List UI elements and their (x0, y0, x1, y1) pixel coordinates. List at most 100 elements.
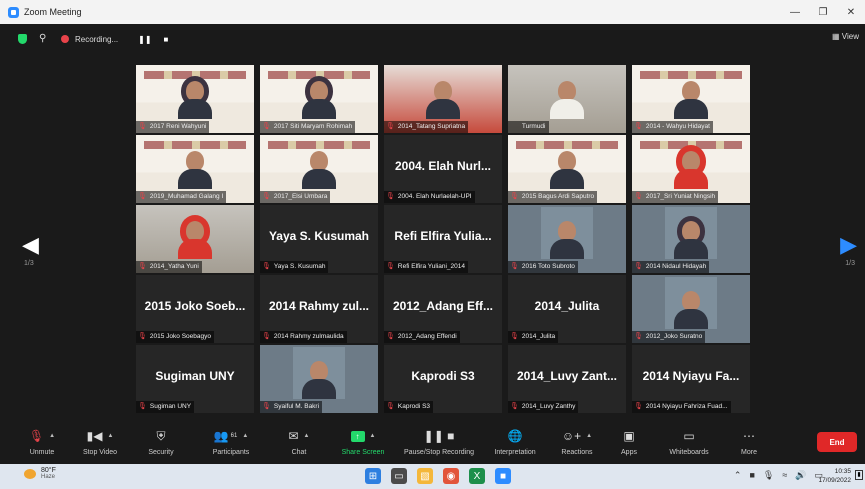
whiteboards-label: Whiteboards (669, 449, 709, 456)
chevron-up-icon[interactable]: ▲ (49, 433, 55, 439)
view-button[interactable]: ▦ View (832, 32, 859, 41)
participant-name: 2012_Adang Effendi (397, 333, 457, 340)
security-label: Security (148, 449, 174, 456)
participant-tile[interactable]: 🎙 2017_Sri Yuniat Ningsih (632, 135, 750, 203)
participant-name: Refi Elfira Yuliani_2014 (397, 263, 465, 270)
microphone-muted-icon: 🎙 (510, 403, 519, 410)
participant-tile[interactable]: Refi Elfira Yulia... 🎙 Refi Elfira Yuliani… (384, 205, 502, 273)
apps-button[interactable]: ▣ Apps (604, 421, 654, 464)
participant-tile[interactable]: 2014 Nyiayu Fa... 🎙 2014 Nyiayu Fahriza Fu… (632, 345, 750, 413)
windows-start-icon[interactable]: ⊞ (365, 468, 381, 484)
participant-figure (178, 151, 212, 191)
security-lock-icon[interactable]: ⚲ (39, 34, 47, 44)
participant-name: 2014_Yatha Yuni (149, 263, 199, 270)
participant-name-label: 🎙 2012_Joko Suratno (632, 331, 706, 343)
participants-button[interactable]: 👥 61 ▲ Participants (192, 421, 270, 464)
participant-tile[interactable]: 🎙 2012_Joko Suratno (632, 275, 750, 343)
participant-tile[interactable]: 2015 Joko Soeb... 🎙 2015 Joko Soebagyo (136, 275, 254, 343)
chevron-up-icon[interactable]: ▲ (370, 433, 376, 439)
minimize-button[interactable]: — (781, 0, 809, 24)
chevron-up-icon[interactable]: ⌃ (734, 470, 742, 481)
participant-tile[interactable]: 🎙 2014_Tatang Supriatna (384, 65, 502, 133)
participant-figure (674, 291, 708, 331)
excel-icon[interactable]: X (469, 468, 485, 484)
participant-tile[interactable]: 🎙 2014_Yatha Yuni (136, 205, 254, 273)
title-bar: Zoom Meeting — ❐ ✕ (0, 0, 865, 24)
participant-tile[interactable]: 2014 Rahmy zul... 🎙 2014 Rahmy zulmaulida (260, 275, 378, 343)
maximize-button[interactable]: ❐ (809, 0, 837, 24)
stop-video-button[interactable]: ▮◀ ▲ Stop Video (70, 421, 130, 464)
participant-tile[interactable]: 🎙 2017 Siti Maryam Rohimah (260, 65, 378, 133)
unmute-button[interactable]: 🎙 ▲ Unmute (14, 421, 70, 464)
end-meeting-button[interactable]: End (817, 432, 857, 452)
microphone-muted-icon: 🎙 (138, 193, 147, 200)
participant-tile[interactable]: 🎙 Syaiful M. Bakri (260, 345, 378, 413)
clock[interactable]: 10:35 17/09/2022 (818, 467, 851, 485)
participant-tile[interactable]: 2012_Adang Eff... 🎙 2012_Adang Effendi (384, 275, 502, 343)
whiteboards-button[interactable]: ▭ Whiteboards (654, 421, 724, 464)
participant-tile[interactable]: 🎙Turmudi (508, 65, 626, 133)
chevron-up-icon[interactable]: ▲ (107, 433, 113, 439)
system-tray: ⌃ ■ 🎙 ≈ 🔊 ▭ (734, 470, 823, 481)
participant-figure (302, 151, 336, 191)
participant-name-label: 🎙 2017_Elsi Umbara (260, 191, 331, 203)
participant-tile[interactable]: 🎙 2014 - Wahyu Hidayat (632, 65, 750, 133)
participant-figure (550, 151, 584, 191)
zoom-taskbar-icon[interactable]: ■ (495, 468, 511, 484)
page-indicator-left: 1/3 (24, 260, 34, 267)
zoom-tray-icon[interactable]: ■ (749, 470, 754, 481)
chevron-up-icon[interactable]: ▲ (586, 433, 592, 439)
file-explorer-icon[interactable]: ▧ (417, 468, 433, 484)
speaker-icon[interactable]: 🔊 (795, 470, 806, 481)
participant-figure (178, 221, 212, 261)
next-page-arrow-icon[interactable]: ▶ (840, 232, 857, 258)
encryption-shield-icon[interactable] (18, 34, 27, 44)
microphone-muted-icon: 🎙 (262, 403, 271, 410)
notification-icon[interactable]: ▮ (855, 470, 863, 480)
participant-tile[interactable]: 🎙 2017_Elsi Umbara (260, 135, 378, 203)
chrome-icon[interactable]: ◉ (443, 468, 459, 484)
participant-name-label: 🎙 2014_Luvy Zanthy (508, 401, 579, 413)
meeting-controls: 🎙 ▲ Unmute ▮◀ ▲ Stop Video ⛨ Security 👥 61 ▲… (0, 421, 865, 464)
chevron-up-icon[interactable]: ▲ (242, 433, 248, 439)
participant-display-name: 2014_Luvy Zant... (516, 369, 618, 383)
more-button[interactable]: ⋯ More (724, 421, 774, 464)
participant-name: 2014_Julita (521, 333, 556, 340)
microphone-tray-icon[interactable]: 🎙 (763, 470, 774, 481)
participant-name-label: 🎙 Yaya S. Kusumah (260, 261, 329, 273)
pause-stop-recording-button[interactable]: ❚❚ ■ Pause/Stop Recording (398, 421, 480, 464)
participant-tile[interactable]: 🎙 2016 Toto Subroto (508, 205, 626, 273)
security-button[interactable]: ⛨ Security (130, 421, 192, 464)
chat-button[interactable]: ✉ ▲ Chat (270, 421, 328, 464)
previous-page-arrow-icon[interactable]: ◀ (22, 232, 39, 258)
pause-recording-icon[interactable]: ❚❚ (138, 35, 151, 44)
participant-figure (550, 81, 584, 121)
participant-tile[interactable]: 2014_Julita 🎙 2014_Julita (508, 275, 626, 343)
task-view-icon[interactable]: ▭ (391, 468, 407, 484)
participant-tile[interactable]: 🎙 2014 Nidaul Hidayah (632, 205, 750, 273)
wifi-icon[interactable]: ≈ (782, 470, 787, 481)
chevron-up-icon[interactable]: ▲ (304, 433, 310, 439)
participant-tile[interactable]: 2004. Elah Nurl... 🎙 2004. Elah Nurlaelah-… (384, 135, 502, 203)
stop-video-label: Stop Video (82, 449, 118, 456)
window-title: Zoom Meeting (24, 7, 82, 17)
participant-tile[interactable]: Kaprodi S3 🎙 Kaprodi S3 (384, 345, 502, 413)
interpretation-button[interactable]: 🌐 Interpretation (480, 421, 550, 464)
participant-tile[interactable]: 🎙 2017 Reni Wahyuni (136, 65, 254, 133)
participant-tile[interactable]: 🎙 2015 Bagus Ardi Saputro (508, 135, 626, 203)
participant-tile[interactable]: 2014_Luvy Zant... 🎙 2014_Luvy Zanthy (508, 345, 626, 413)
recording-status: Recording... (75, 34, 119, 44)
share-screen-button[interactable]: ↑ ▲ Share Screen (328, 421, 398, 464)
weather-widget[interactable]: 80°F Haze (24, 467, 56, 480)
reactions-label: Reactions (561, 449, 593, 456)
microphone-muted-icon: 🎙 (138, 333, 147, 340)
participant-display-name: 2012_Adang Eff... (392, 299, 494, 313)
participant-tile[interactable]: Yaya S. Kusumah 🎙 Yaya S. Kusumah (260, 205, 378, 273)
clock-time: 10:35 (834, 468, 851, 475)
stop-recording-icon[interactable]: ■ (164, 35, 169, 44)
page-indicator-right: 1/3 (845, 260, 855, 267)
participant-tile[interactable]: 🎙 2019_Muhamad Galang I (136, 135, 254, 203)
close-button[interactable]: ✕ (837, 0, 865, 24)
reactions-button[interactable]: ☺+ ▲ Reactions (550, 421, 604, 464)
participant-tile[interactable]: Sugiman UNY 🎙 Sugiman UNY (136, 345, 254, 413)
